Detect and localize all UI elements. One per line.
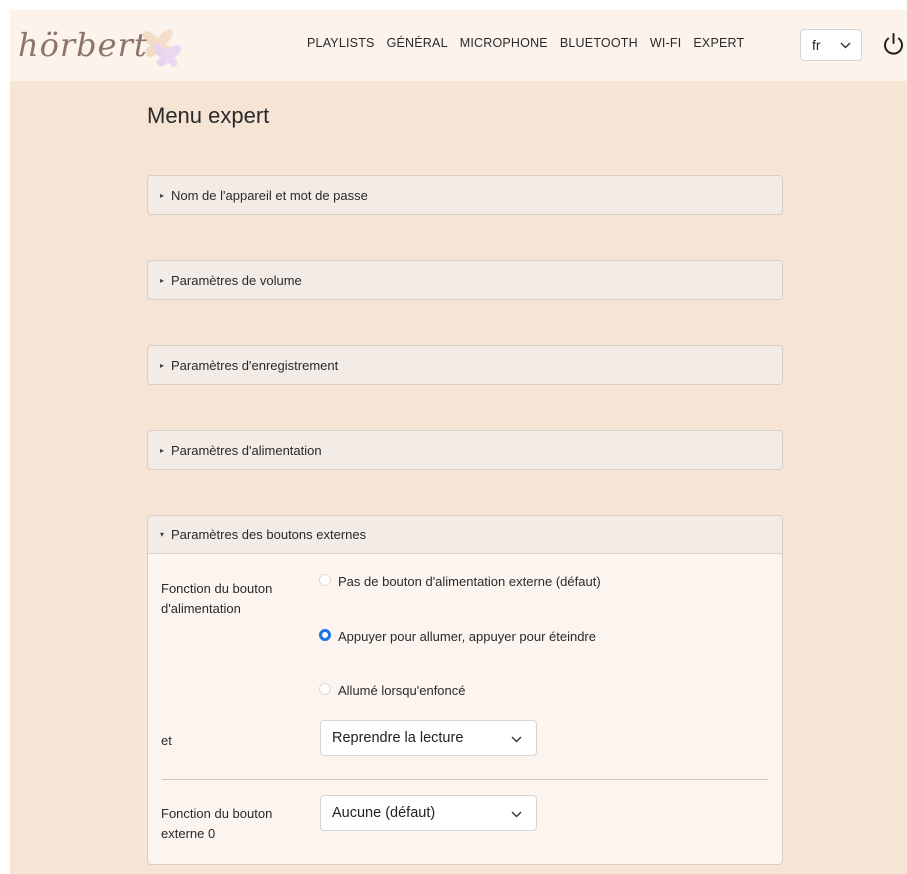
nav-item-bluetooth[interactable]: BLUETOOTH	[560, 36, 638, 56]
radio-button-selected[interactable]	[319, 629, 331, 641]
section-header[interactable]: ▸ Paramètres d'enregistrement	[148, 346, 782, 384]
nav-item-playlists[interactable]: PLAYLISTS	[307, 36, 375, 56]
section-external-buttons: ▾ Paramètres des boutons externes Foncti…	[147, 515, 783, 865]
external-button-0-label: Fonction du bouton externe 0	[161, 806, 273, 841]
section-title: Paramètres de volume	[171, 272, 302, 288]
section-volume: ▸ Paramètres de volume	[147, 260, 783, 300]
page-title: Menu expert	[147, 103, 270, 128]
nav-item-general[interactable]: GÉNÉRAL	[387, 36, 448, 56]
divider	[162, 779, 768, 780]
section-title: Paramètres d'enregistrement	[171, 357, 339, 373]
language-value: fr	[812, 37, 821, 53]
section-header[interactable]: ▸ Nom de l'appareil et mot de passe	[148, 176, 782, 214]
logo-text: hörbert	[18, 26, 148, 64]
resume-select[interactable]: Reprendre la lecture	[320, 720, 537, 756]
select-value: Aucune (défaut)	[332, 805, 436, 821]
external-button-0-select[interactable]: Aucune (défaut)	[320, 795, 537, 831]
section-body: Fonction du bouton d'alimentation Pas de…	[148, 554, 782, 864]
section-device-name: ▸ Nom de l'appareil et mot de passe	[147, 175, 783, 215]
language-select[interactable]: fr	[800, 29, 862, 61]
section-header[interactable]: ▸ Paramètres de volume	[148, 261, 782, 299]
radio-button[interactable]	[319, 574, 331, 586]
chevron-down-icon	[840, 42, 851, 49]
radio-label: Pas de bouton d'alimentation externe (dé…	[338, 574, 601, 589]
caret-down-icon: ▾	[160, 530, 165, 539]
chevron-down-icon	[511, 736, 522, 743]
section-title: Paramètres d'alimentation	[171, 442, 322, 458]
and-label: et	[161, 733, 172, 748]
power-button-function-label: Fonction du bouton d'alimentation	[161, 581, 273, 616]
radio-label: Allumé lorsqu'enfoncé	[338, 683, 466, 698]
caret-right-icon: ▸	[160, 275, 165, 285]
nav-item-expert[interactable]: EXPERT	[693, 36, 744, 56]
radio-button[interactable]	[319, 683, 331, 695]
power-icon[interactable]	[880, 31, 907, 58]
nav-item-microphone[interactable]: MICROPHONE	[460, 36, 548, 56]
navbar: hörbert PLAYLISTS GÉNÉRAL MICROPHONE BLU…	[10, 10, 907, 81]
logo[interactable]: hörbert	[18, 20, 208, 72]
nav-item-wifi[interactable]: WI-FI	[650, 36, 682, 56]
section-power: ▸ Paramètres d'alimentation	[147, 430, 783, 470]
section-recording: ▸ Paramètres d'enregistrement	[147, 345, 783, 385]
select-value: Reprendre la lecture	[332, 730, 464, 746]
caret-right-icon: ▸	[160, 190, 165, 200]
section-header[interactable]: ▾ Paramètres des boutons externes	[148, 516, 782, 554]
caret-right-icon: ▸	[160, 445, 165, 455]
app-frame: hörbert PLAYLISTS GÉNÉRAL MICROPHONE BLU…	[10, 10, 907, 874]
nav-links: PLAYLISTS GÉNÉRAL MICROPHONE BLUETOOTH W…	[307, 36, 756, 56]
chevron-down-icon	[511, 811, 522, 818]
radio-option-on-while-pressed[interactable]: Allumé lorsqu'enfoncé	[319, 680, 608, 701]
caret-right-icon: ▸	[160, 360, 165, 370]
section-title: Paramètres des boutons externes	[171, 527, 367, 542]
section-header[interactable]: ▸ Paramètres d'alimentation	[148, 431, 782, 469]
section-title: Nom de l'appareil et mot de passe	[171, 187, 368, 203]
radio-option-no-external[interactable]: Pas de bouton d'alimentation externe (dé…	[319, 571, 608, 592]
radio-label: Appuyer pour allumer, appuyer pour étein…	[338, 629, 596, 644]
radio-option-press-toggle[interactable]: Appuyer pour allumer, appuyer pour étein…	[319, 626, 608, 647]
